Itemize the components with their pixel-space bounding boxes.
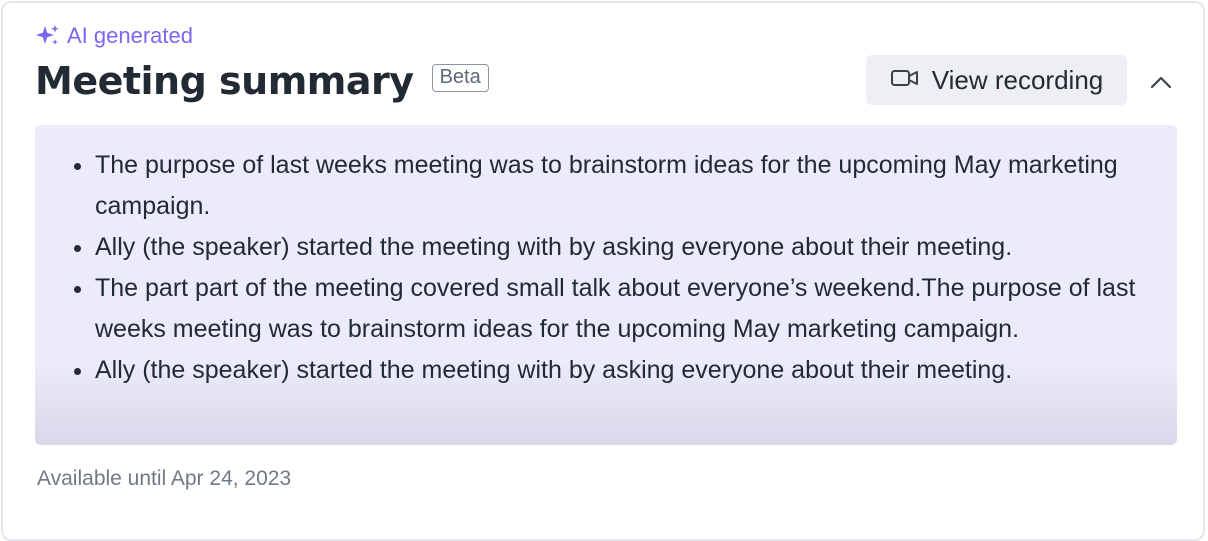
summary-item: Ally (the speaker) started the meeting w…: [95, 350, 1157, 391]
page-title: Meeting summary: [35, 59, 414, 103]
view-recording-button[interactable]: View recording: [866, 55, 1127, 105]
availability-text: Available until Apr 24, 2023: [37, 467, 292, 490]
meeting-summary-card: AI generated Meeting summary Beta View r…: [1, 1, 1205, 541]
sparkle-icon: [35, 24, 61, 48]
beta-badge: Beta: [431, 64, 489, 92]
summary-panel: The purpose of last weeks meeting was to…: [35, 125, 1177, 445]
collapse-button[interactable]: [1144, 67, 1178, 101]
title-row: Meeting summary Beta: [35, 59, 489, 103]
video-camera-icon: [890, 65, 920, 96]
summary-item: The part part of the meeting covered sma…: [95, 268, 1157, 350]
summary-item: The purpose of last weeks meeting was to…: [95, 145, 1157, 227]
ai-generated-label: AI generated: [35, 23, 193, 49]
summary-item: Ally (the speaker) started the meeting w…: [95, 227, 1157, 268]
summary-list: The purpose of last weeks meeting was to…: [35, 125, 1177, 391]
ai-generated-text: AI generated: [67, 23, 193, 48]
view-recording-label: View recording: [931, 64, 1104, 95]
chevron-up-icon: [1149, 74, 1173, 94]
